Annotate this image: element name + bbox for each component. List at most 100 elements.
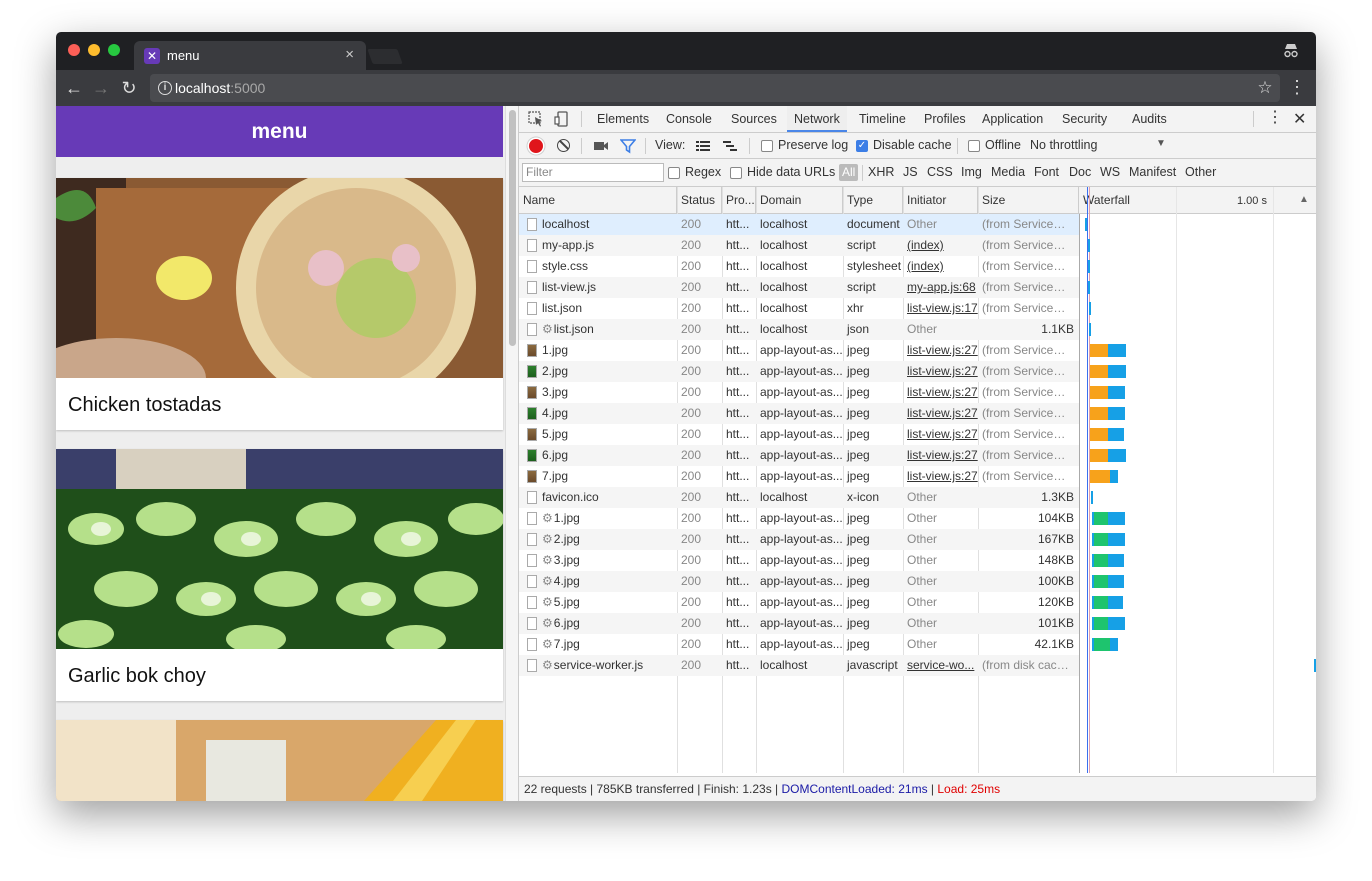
network-request-row[interactable]: 1.jpg 200 htt... app-layout-as... jpeg list-v… [519, 340, 1079, 361]
throttling-select[interactable]: No throttling [1030, 138, 1097, 152]
overview-icon[interactable] [722, 138, 738, 154]
cell-initiator[interactable]: list-view.js:27 [903, 361, 978, 382]
cell-initiator[interactable]: list-view.js:27 [903, 466, 978, 487]
type-filter-media[interactable]: Media [991, 165, 1025, 179]
network-request-row[interactable]: 4.jpg 200 htt... app-layout-as... jpeg list-v… [519, 403, 1079, 424]
browser-menu-icon[interactable]: ⋮ [1286, 77, 1308, 99]
network-request-row[interactable]: favicon.ico 200 htt... localhost x-icon Other… [519, 487, 1079, 508]
cell-initiator[interactable]: list-view.js:27 [903, 403, 978, 424]
close-window-button[interactable] [68, 44, 80, 56]
cell-initiator[interactable]: my-app.js:68 [903, 277, 978, 298]
menu-card[interactable] [56, 720, 503, 801]
tab-close-icon[interactable]: × [345, 46, 354, 63]
network-request-row[interactable]: ⚙4.jpg 200 htt... app-layout-as... jpeg Other… [519, 571, 1079, 592]
network-request-row[interactable]: ⚙7.jpg 200 htt... app-layout-as... jpeg Other… [519, 634, 1079, 655]
network-request-row[interactable]: ⚙6.jpg 200 htt... app-layout-as... jpeg Other… [519, 613, 1079, 634]
address-bar[interactable]: i localhost:5000 [150, 74, 1280, 102]
cell-initiator[interactable]: list-view.js:27 [903, 382, 978, 403]
column-name[interactable]: Name [519, 187, 677, 214]
close-devtools-icon[interactable]: ✕ [1293, 109, 1306, 129]
type-filter-js[interactable]: JS [903, 165, 918, 179]
info-icon[interactable]: i [158, 81, 172, 95]
column-size[interactable]: Size [978, 187, 1079, 214]
reload-icon[interactable]: ↻ [118, 77, 140, 99]
back-arrow-icon[interactable]: ← [63, 77, 85, 99]
column-waterfall[interactable]: Waterfall [1079, 187, 1316, 214]
page-scrollbar[interactable] [505, 106, 518, 801]
tab-sources[interactable]: Sources [724, 106, 784, 132]
filter-input[interactable]: Filter [522, 163, 664, 182]
tab-profiles[interactable]: Profiles [917, 106, 973, 132]
network-request-row[interactable]: 6.jpg 200 htt... app-layout-as... jpeg list-v… [519, 445, 1079, 466]
tab-network[interactable]: Network [787, 106, 847, 132]
network-request-row[interactable]: ⚙1.jpg 200 htt... app-layout-as... jpeg Other… [519, 508, 1079, 529]
menu-card[interactable]: Garlic bok choy [56, 449, 503, 701]
tab-console[interactable]: Console [659, 106, 719, 132]
inspect-element-icon[interactable] [528, 111, 544, 127]
offline-checkbox[interactable] [968, 140, 980, 152]
network-request-row[interactable]: 3.jpg 200 htt... app-layout-as... jpeg list-v… [519, 382, 1079, 403]
column-type[interactable]: Type [843, 187, 903, 214]
device-toolbar-icon[interactable] [554, 111, 570, 127]
cell-initiator[interactable]: service-wo... [903, 655, 978, 676]
forward-arrow-icon[interactable]: → [90, 77, 112, 99]
type-filter-ws[interactable]: WS [1100, 165, 1120, 179]
column-status[interactable]: Status [677, 187, 722, 214]
new-tab-button[interactable] [367, 49, 403, 64]
disable-cache-checkbox[interactable]: ✓ [856, 140, 868, 152]
cell-initiator[interactable]: (index) [903, 235, 978, 256]
devtools-menu-icon[interactable]: ⋮ [1267, 109, 1283, 127]
large-rows-icon[interactable] [695, 138, 711, 154]
type-filter-css[interactable]: CSS [927, 165, 953, 179]
column-initiator[interactable]: Initiator [903, 187, 978, 214]
cell-size: (from ServiceWo... [982, 448, 1079, 462]
cell-initiator[interactable]: list-view.js:27 [903, 340, 978, 361]
tab-security[interactable]: Security [1055, 106, 1114, 132]
cell-initiator[interactable]: list-view.js:27 [903, 424, 978, 445]
tab-timeline[interactable]: Timeline [852, 106, 913, 132]
network-request-row[interactable]: 2.jpg 200 htt... app-layout-as... jpeg list-v… [519, 361, 1079, 382]
network-request-row[interactable]: ⚙5.jpg 200 htt... app-layout-as... jpeg Other… [519, 592, 1079, 613]
cell-initiator[interactable]: list-view.js:27 [903, 445, 978, 466]
tab-audits[interactable]: Audits [1125, 106, 1174, 132]
network-request-row[interactable]: 5.jpg 200 htt... app-layout-as... jpeg list-v… [519, 424, 1079, 445]
preserve-log-checkbox[interactable] [761, 140, 773, 152]
type-filter-all[interactable]: All [839, 164, 859, 181]
sort-up-icon[interactable]: ▲ [1299, 194, 1309, 205]
column-protocol[interactable]: Pro... [722, 187, 756, 214]
network-request-row[interactable]: ⚙list.json 200 htt... localhost json Other 1.1… [519, 319, 1079, 340]
network-request-row[interactable]: my-app.js 200 htt... localhost script (index)… [519, 235, 1079, 256]
type-filter-img[interactable]: Img [961, 165, 982, 179]
network-request-row[interactable]: style.css 200 htt... localhost stylesheet (in… [519, 256, 1079, 277]
tab-elements[interactable]: Elements [590, 106, 656, 132]
browser-tab[interactable]: ✕ menu × [134, 41, 366, 70]
type-filter-xhr[interactable]: XHR [868, 165, 894, 179]
bookmark-star-icon[interactable]: ☆ [1254, 77, 1276, 99]
tab-application[interactable]: Application [975, 106, 1050, 132]
minimize-window-button[interactable] [88, 44, 100, 56]
column-domain[interactable]: Domain [756, 187, 843, 214]
network-request-row[interactable]: 7.jpg 200 htt... app-layout-as... jpeg list-v… [519, 466, 1079, 487]
type-filter-manifest[interactable]: Manifest [1129, 165, 1176, 179]
clear-icon[interactable] [557, 139, 570, 152]
network-request-row[interactable]: localhost 200 htt... localhost document Other… [519, 214, 1079, 235]
chevron-down-icon[interactable]: ▼ [1156, 138, 1166, 149]
network-request-row[interactable]: list.json 200 htt... localhost xhr list-view.… [519, 298, 1079, 319]
hide-data-urls-checkbox[interactable] [730, 167, 742, 179]
network-request-row[interactable]: list-view.js 200 htt... localhost script my-a… [519, 277, 1079, 298]
network-request-row[interactable]: ⚙service-worker.js 200 htt... localhost java… [519, 655, 1079, 676]
type-filter-font[interactable]: Font [1034, 165, 1059, 179]
menu-card[interactable]: Chicken tostadas [56, 178, 503, 430]
network-request-row[interactable]: ⚙3.jpg 200 htt... app-layout-as... jpeg Other… [519, 550, 1079, 571]
zoom-window-button[interactable] [108, 44, 120, 56]
record-icon[interactable] [529, 139, 543, 153]
regex-checkbox[interactable] [668, 167, 680, 179]
capture-screenshots-icon[interactable] [593, 138, 609, 154]
type-filter-doc[interactable]: Doc [1069, 165, 1091, 179]
filter-icon[interactable] [620, 138, 636, 154]
scrollbar-thumb[interactable] [509, 110, 516, 346]
type-filter-other[interactable]: Other [1185, 165, 1216, 179]
cell-initiator[interactable]: list-view.js:17 [903, 298, 978, 319]
cell-initiator[interactable]: (index) [903, 256, 978, 277]
network-request-row[interactable]: ⚙2.jpg 200 htt... app-layout-as... jpeg Other… [519, 529, 1079, 550]
